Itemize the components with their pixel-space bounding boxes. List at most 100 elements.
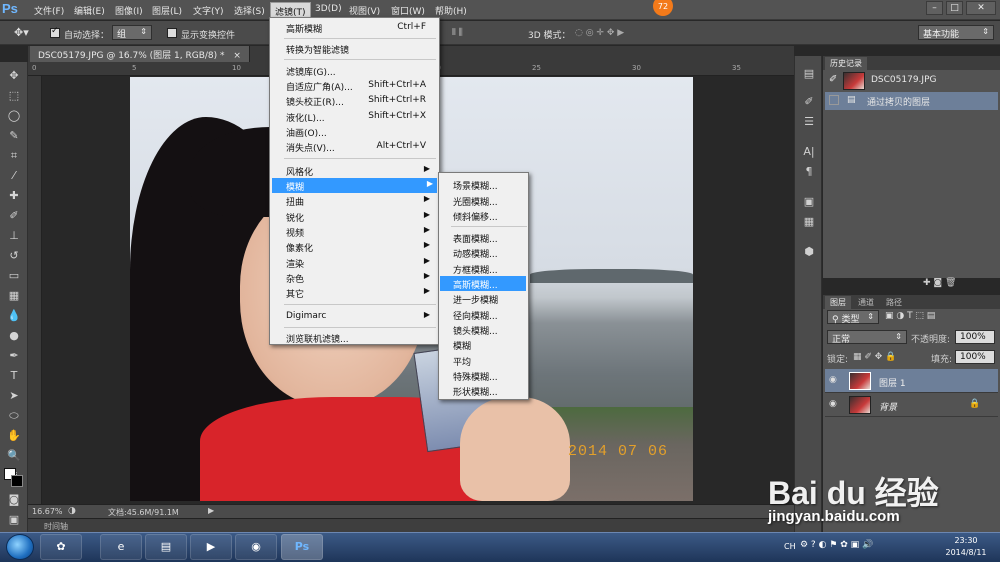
type-tool-icon[interactable]: T — [5, 368, 23, 384]
tab-layers[interactable]: 图层 — [825, 296, 851, 309]
blur-item-radial[interactable]: 径向模糊... — [453, 307, 529, 322]
brush-tool-icon[interactable]: ✐ — [5, 208, 23, 224]
close-tab-icon[interactable]: × — [233, 51, 241, 61]
menu-edit[interactable]: 编辑(E) — [74, 4, 105, 18]
maximize-button[interactable]: □ — [946, 1, 963, 15]
move-tool-icon[interactable]: ✥ — [5, 68, 23, 84]
show-transform-checkbox[interactable] — [167, 28, 177, 38]
menu-file[interactable]: 文件(F) — [34, 4, 64, 18]
path-select-tool-icon[interactable]: ➤ — [5, 388, 23, 404]
zoom-tool-icon[interactable]: 🔍 — [5, 448, 23, 464]
blur-item-blur-more[interactable]: 进一步模糊 — [453, 291, 529, 306]
minimize-button[interactable]: – — [926, 1, 943, 15]
screen-mode-icon[interactable]: ▣ — [5, 512, 23, 528]
blur-item-average[interactable]: 平均 — [453, 353, 529, 368]
menu-layer[interactable]: 图层(L) — [152, 4, 182, 18]
taskbar-app-icon[interactable]: ✿ — [40, 534, 82, 560]
align-icons[interactable]: ⫴ ⫼ — [452, 28, 463, 38]
menu-item-video[interactable]: 视频 ▶ — [286, 224, 434, 239]
dodge-tool-icon[interactable]: ● — [5, 328, 23, 344]
close-button[interactable]: ✕ — [966, 1, 996, 15]
tray-icons[interactable]: ⚙ ? ◐ ⚑ ✿ ▣ 🔊 — [800, 540, 873, 550]
blur-item-tilt-shift[interactable]: 倾斜偏移... — [453, 208, 529, 223]
menu-item-digimarc[interactable]: Digimarc ▶ — [286, 309, 434, 324]
blur-item-iris[interactable]: 光圈模糊... — [453, 193, 529, 208]
blur-item-blur[interactable]: 模糊 — [453, 337, 529, 352]
gradient-tool-icon[interactable]: ▦ — [5, 288, 23, 304]
blend-mode-dropdown[interactable]: 正常 ⇕ — [827, 330, 907, 345]
layer-filter-icons[interactable]: ▣ ◑ T ⬚ ▤ — [885, 311, 935, 321]
menu-type[interactable]: 文字(Y) — [193, 4, 224, 18]
tab-channels[interactable]: 通道 — [853, 296, 879, 309]
menu-item-oil-paint[interactable]: 油画(O)... — [286, 124, 434, 139]
background-color-swatch[interactable] — [11, 475, 23, 487]
document-tab[interactable]: DSC05179.JPG @ 16.7% (图层 1, RGB/8) * × — [30, 46, 250, 62]
crop-tool-icon[interactable]: ⌗ — [5, 148, 23, 164]
blur-tool-icon[interactable]: 💧 — [5, 308, 23, 324]
tab-history[interactable]: 历史记录 — [825, 57, 867, 70]
3d-icon[interactable]: ⬢ — [801, 244, 817, 260]
stamp-tool-icon[interactable]: ⊥ — [5, 228, 23, 244]
menu-item-blur[interactable]: 模糊 ▶ — [272, 178, 437, 193]
menu-item-filter-gallery[interactable]: 滤镜库(G)... — [286, 63, 434, 78]
timeline-bar[interactable]: 时间轴 — [28, 518, 794, 532]
menu-filter[interactable]: 滤镜(T) — [270, 2, 311, 18]
auto-select-checkbox[interactable]: ✓ — [50, 26, 60, 38]
history-state-checkbox[interactable] — [829, 95, 839, 105]
history-footer-icons[interactable]: ✚ ◙ 🗑 — [923, 278, 1000, 292]
menu-item-other[interactable]: 其它 ▶ — [286, 285, 434, 300]
menu-item-smart-filter[interactable]: 转换为智能滤镜 — [286, 41, 434, 56]
menu-3d[interactable]: 3D(D) — [315, 4, 342, 18]
menu-item-browse-online[interactable]: 浏览联机滤镜... — [286, 330, 434, 345]
status-arrow-icon[interactable]: ▶ — [208, 506, 214, 515]
healing-tool-icon[interactable]: ✚ — [5, 188, 23, 204]
fill-input[interactable]: 100% — [955, 350, 995, 364]
menu-item-stylize[interactable]: 风格化 ▶ — [286, 163, 434, 178]
history-brush-icon[interactable]: ↺ — [5, 248, 23, 264]
layer-filter-dropdown[interactable]: ⚲ 类型 ⇕ — [827, 310, 879, 325]
menu-item-noise[interactable]: 杂色 ▶ — [286, 270, 434, 285]
layer-row-layer1[interactable]: ◉ 图层 1 — [825, 369, 998, 393]
marquee-tool-icon[interactable]: ⬚ — [5, 88, 23, 104]
history-icon[interactable]: ▤ — [801, 66, 817, 82]
tray-language[interactable]: CH — [784, 542, 796, 551]
taskbar-media-icon[interactable]: ▶ — [190, 534, 232, 560]
shape-tool-icon[interactable]: ⬭ — [5, 408, 23, 424]
blur-item-shape[interactable]: 形状模糊... — [453, 383, 529, 398]
taskbar-explorer-icon[interactable]: ▤ — [145, 534, 187, 560]
character-icon[interactable]: A| — [801, 144, 817, 160]
taskbar-ie-icon[interactable]: e — [100, 534, 142, 560]
menu-window[interactable]: 窗口(W) — [391, 4, 425, 18]
menu-item-adaptive-wide[interactable]: 自适应广角(A)... Shift+Ctrl+A — [286, 78, 434, 93]
layer-row-background[interactable]: ◉ 背景 🔒 — [825, 393, 998, 417]
taskbar-photoshop-icon[interactable]: Ps — [281, 534, 323, 560]
auto-select-dropdown[interactable]: 组 ⇕ — [112, 25, 152, 40]
history-state-row[interactable]: ▤ 通过拷贝的图层 — [825, 92, 998, 110]
lock-icons[interactable]: ▦ ✐ ✥ 🔒 — [853, 352, 896, 362]
blur-item-gaussian[interactable]: 高斯模糊... — [440, 276, 526, 291]
timeline-label[interactable]: 时间轴 — [44, 521, 68, 532]
eyedropper-tool-icon[interactable]: ⁄ — [5, 168, 23, 184]
menu-select[interactable]: 选择(S) — [234, 4, 265, 18]
history-snapshot-row[interactable]: ✐ DSC05179.JPG — [825, 70, 998, 92]
blur-item-surface[interactable]: 表面模糊... — [453, 230, 529, 245]
taskbar-browser-icon[interactable]: ◉ — [235, 534, 277, 560]
paragraph-icon[interactable]: ¶ — [801, 164, 817, 180]
quick-mask-icon[interactable]: ◙ — [5, 492, 23, 508]
start-button[interactable] — [6, 534, 34, 560]
menu-item-render[interactable]: 渲染 ▶ — [286, 255, 434, 270]
move-tool-icon[interactable]: ✥▾ — [14, 26, 29, 39]
hand-tool-icon[interactable]: ✋ — [5, 428, 23, 444]
layer-visibility-eye-icon[interactable]: ◉ — [829, 375, 837, 385]
quick-select-tool-icon[interactable]: ✎ — [5, 128, 23, 144]
tray-clock[interactable]: 23:30 2014/8/11 — [938, 535, 994, 559]
menu-help[interactable]: 帮助(H) — [435, 4, 467, 18]
3d-mode-icons[interactable]: ◌ ◎ ✛ ✥ ▶ — [575, 28, 624, 38]
menu-item-distort[interactable]: 扭曲 ▶ — [286, 193, 434, 208]
notes-icon[interactable]: ▣ — [801, 194, 817, 210]
eraser-tool-icon[interactable]: ▭ — [5, 268, 23, 284]
tab-paths[interactable]: 路径 — [881, 296, 907, 309]
lasso-tool-icon[interactable]: ◯ — [5, 108, 23, 124]
menu-item-vanishing-point[interactable]: 消失点(V)... Alt+Ctrl+V — [286, 139, 434, 154]
workspace-dropdown[interactable]: 基本功能 ⇕ — [918, 25, 994, 40]
